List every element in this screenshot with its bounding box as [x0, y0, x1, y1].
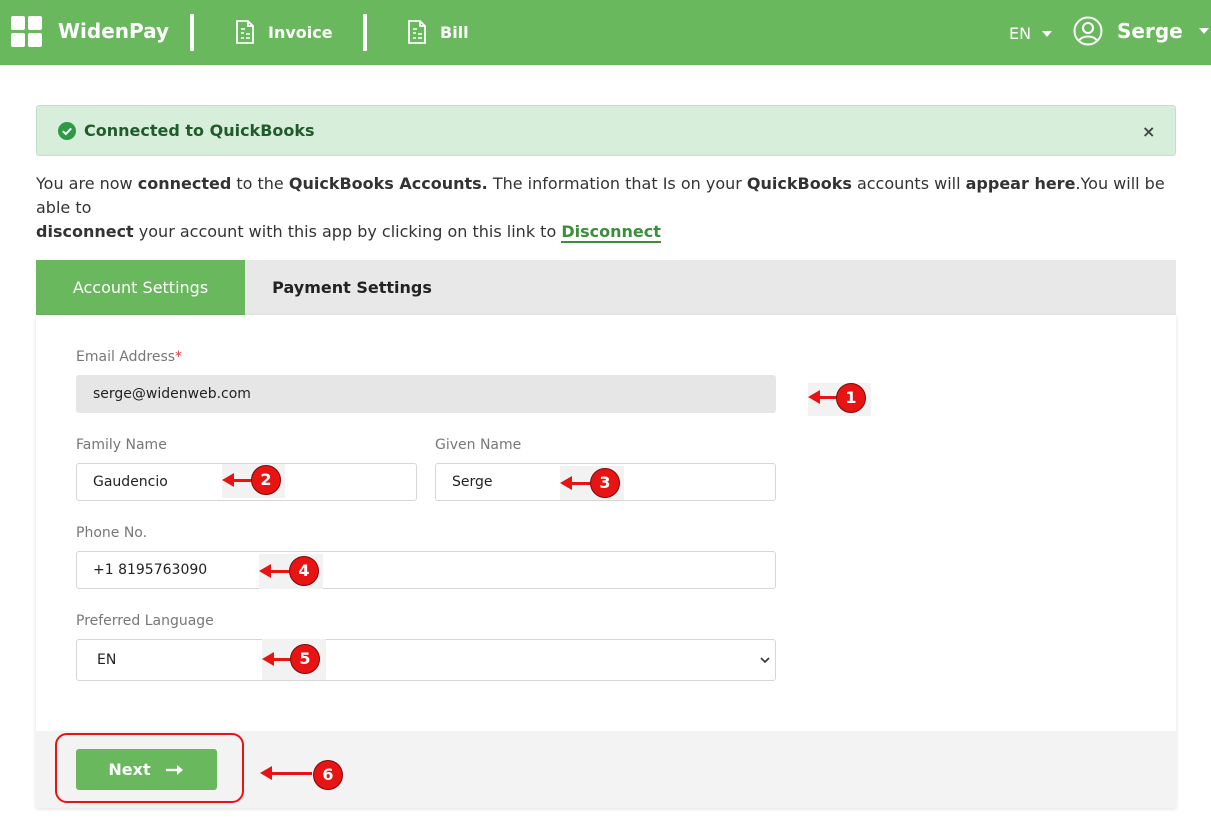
language-label: EN	[1009, 24, 1032, 43]
info-bold: connected	[137, 174, 232, 193]
language-select-value: EN	[97, 652, 117, 668]
connection-info: You are now connected to the QuickBooks …	[36, 172, 1176, 244]
email-label: Email Address*	[76, 349, 182, 365]
phone-label: Phone No.	[76, 525, 148, 541]
chevron-down-icon	[1198, 28, 1209, 34]
annotation-3: 3	[590, 468, 620, 498]
preferred-language-select[interactable]: EN	[76, 639, 776, 681]
next-button-highlight	[55, 733, 244, 803]
user-name: Serge	[1117, 19, 1183, 43]
info-bold: QuickBooks Accounts.	[288, 174, 488, 193]
info-text: your account with this app by clicking o…	[133, 222, 562, 241]
given-name-label: Given Name	[435, 437, 522, 453]
user-avatar-icon	[1073, 16, 1103, 46]
disconnect-link[interactable]: Disconnect	[561, 222, 661, 243]
family-name-label: Family Name	[76, 437, 167, 453]
nav-invoice[interactable]: Invoice	[234, 20, 333, 44]
language-dropdown[interactable]: EN	[1009, 24, 1053, 43]
chevron-down-icon	[760, 657, 770, 664]
nav-invoice-label: Invoice	[268, 22, 333, 42]
info-text: You are now	[36, 174, 138, 193]
nav-divider	[190, 14, 194, 51]
bill-icon	[408, 20, 426, 44]
chevron-down-icon	[1042, 30, 1053, 37]
info-text: to the	[231, 174, 289, 193]
nav-bill-label: Bill	[440, 22, 469, 42]
info-bold: disconnect	[36, 222, 134, 241]
tab-account-settings[interactable]: Account Settings	[36, 260, 245, 315]
info-text: accounts will	[851, 174, 966, 193]
info-bold: appear here	[965, 174, 1076, 193]
info-text: The information that Is on your	[487, 174, 747, 193]
logo-grid-icon[interactable]	[11, 16, 42, 47]
user-menu[interactable]: Serge	[1073, 16, 1209, 46]
tab-payment-settings[interactable]: Payment Settings	[245, 260, 459, 315]
check-circle-icon	[58, 122, 76, 140]
email-label-text: Email Address	[76, 349, 176, 365]
invoice-icon	[236, 20, 254, 44]
annotation-arrow	[259, 564, 291, 578]
nav-divider	[363, 14, 367, 51]
brand-name[interactable]: WidenPay	[58, 19, 169, 43]
success-alert: Connected to QuickBooks ×	[36, 105, 1176, 156]
annotation-1: 1	[836, 383, 866, 413]
required-asterisk: *	[175, 349, 183, 365]
top-navbar: WidenPay Invoice Bill EN Serge	[0, 0, 1211, 65]
nav-bill[interactable]: Bill	[406, 20, 469, 44]
phone-field[interactable]: +1 8195763090	[76, 551, 776, 589]
annotation-6: 6	[313, 760, 343, 790]
alert-message: Connected to QuickBooks	[84, 121, 315, 140]
email-field[interactable]: serge@widenweb.com	[76, 375, 776, 413]
annotation-5: 5	[290, 644, 320, 674]
annotation-arrow	[260, 766, 312, 780]
annotation-2: 2	[251, 465, 281, 495]
language-label: Preferred Language	[76, 613, 214, 629]
annotation-arrow	[560, 476, 592, 490]
annotation-4: 4	[289, 556, 319, 586]
settings-tabs: Account Settings Payment Settings	[36, 260, 1176, 315]
close-icon[interactable]: ×	[1142, 122, 1155, 141]
info-bold: QuickBooks	[746, 174, 852, 193]
